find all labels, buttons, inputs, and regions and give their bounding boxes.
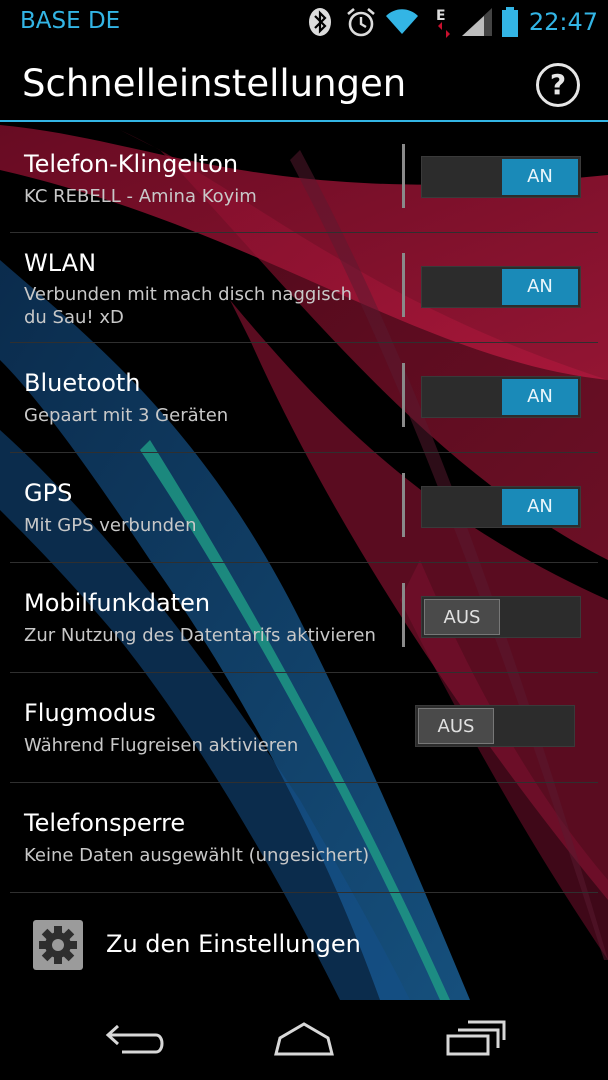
wlan-toggle[interactable]: AN xyxy=(421,266,581,308)
help-icon: ? xyxy=(549,68,567,101)
setting-row-wlan[interactable]: WLAN Verbunden mit mach disch naggisch d… xyxy=(0,233,608,343)
svg-text:E: E xyxy=(436,8,446,24)
navigation-bar xyxy=(0,1000,608,1080)
row-divider xyxy=(10,892,598,893)
gear-icon xyxy=(39,926,77,964)
row-subtitle: Während Flugreisen aktivieren xyxy=(24,735,299,756)
settings-icon-box xyxy=(33,920,83,970)
setting-row-bluetooth[interactable]: Bluetooth Gepaart mit 3 Geräten AN xyxy=(0,343,608,453)
vertical-divider xyxy=(402,253,405,317)
row-title: Flugmodus xyxy=(24,699,156,727)
setting-row-ringtone[interactable]: Telefon-Klingelton KC REBELL - Amina Koy… xyxy=(0,124,608,234)
bluetooth-toggle[interactable]: AN xyxy=(421,376,581,418)
row-title: Bluetooth xyxy=(24,369,141,397)
setting-row-gps[interactable]: GPS Mit GPS verbunden AN xyxy=(0,453,608,563)
row-subtitle: Keine Daten ausgewählt (ungesichert) xyxy=(24,845,370,866)
action-bar-divider xyxy=(0,120,608,122)
wifi-icon xyxy=(386,9,418,34)
row-subtitle: Verbunden mit mach disch naggisch du Sau… xyxy=(24,284,352,328)
toggle-state: AN xyxy=(502,379,578,415)
carrier-name: BASE DE xyxy=(20,8,121,34)
row-title: Mobilfunkdaten xyxy=(24,589,211,617)
row-subtitle: KC REBELL - Amina Koyim xyxy=(24,186,257,207)
vertical-divider xyxy=(402,583,405,647)
row-title: GPS xyxy=(24,479,73,507)
vertical-divider xyxy=(402,473,405,537)
gps-toggle[interactable]: AN xyxy=(421,486,581,528)
open-settings-button[interactable]: Zu den Einstellungen xyxy=(0,904,608,990)
data-icon: E xyxy=(436,8,450,38)
row-title: Telefon-Klingelton xyxy=(24,150,239,178)
toggle-state: AUS xyxy=(424,599,500,635)
toggle-state: AN xyxy=(502,269,578,305)
alarm-icon xyxy=(347,8,375,37)
signal-icon xyxy=(462,8,492,36)
home-icon[interactable] xyxy=(272,1018,336,1058)
row-subtitle: Zur Nutzung des Datentarifs aktivieren xyxy=(24,625,376,646)
row-subtitle: Gepaart mit 3 Geräten xyxy=(24,405,229,426)
status-bar: BASE DE E 22:47 xyxy=(0,0,608,44)
page-title: Schnelleinstellungen xyxy=(22,62,407,105)
row-title: Telefonsperre xyxy=(24,809,186,837)
row-subtitle: Mit GPS verbunden xyxy=(24,515,197,536)
setting-row-airplane-mode[interactable]: Flugmodus Während Flugreisen aktivieren … xyxy=(0,673,608,783)
battery-icon xyxy=(502,7,518,37)
back-icon[interactable] xyxy=(104,1018,166,1058)
vertical-divider xyxy=(402,363,405,427)
toggle-state: AN xyxy=(502,489,578,525)
help-button[interactable]: ? xyxy=(536,63,580,107)
toggle-state: AUS xyxy=(418,708,494,744)
mobile-data-toggle[interactable]: AUS xyxy=(421,596,581,638)
vertical-divider xyxy=(402,144,405,208)
row-title: WLAN xyxy=(24,249,97,277)
airplane-mode-toggle[interactable]: AUS xyxy=(415,705,575,747)
bluetooth-icon xyxy=(309,8,331,36)
action-bar: Schnelleinstellungen ? xyxy=(0,44,608,120)
recent-apps-icon[interactable] xyxy=(444,1018,506,1058)
ringtone-toggle[interactable]: AN xyxy=(421,156,581,198)
settings-label: Zu den Einstellungen xyxy=(106,930,361,958)
toggle-state: AN xyxy=(502,159,578,195)
setting-row-screen-lock[interactable]: Telefonsperre Keine Daten ausgewählt (un… xyxy=(0,783,608,893)
clock: 22:47 xyxy=(528,8,598,36)
setting-row-mobile-data[interactable]: Mobilfunkdaten Zur Nutzung des Datentari… xyxy=(0,563,608,673)
